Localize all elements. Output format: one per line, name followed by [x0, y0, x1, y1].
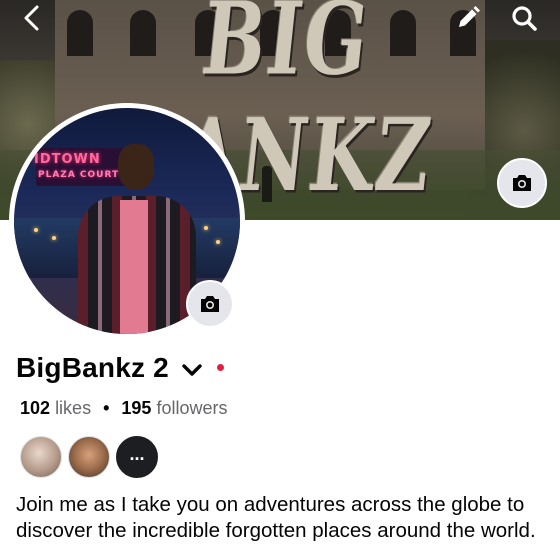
- search-icon: [512, 6, 537, 31]
- city-light: [52, 236, 56, 240]
- likes-count[interactable]: 102: [20, 398, 50, 419]
- stats-separator: •: [103, 398, 110, 418]
- neon-sign-line2: PLAZA COURT: [38, 170, 120, 180]
- back-button[interactable]: [12, 0, 52, 36]
- followers-count[interactable]: 195: [121, 398, 151, 419]
- friend-avatar[interactable]: [20, 436, 62, 478]
- neon-sign-line1: IDTOWN: [34, 152, 101, 167]
- chevron-down-icon[interactable]: [181, 363, 203, 377]
- mutual-friends-row: ...: [20, 436, 158, 478]
- person-head: [118, 144, 154, 190]
- city-light: [34, 228, 38, 232]
- person-shirt: [120, 200, 148, 334]
- cover-window: [67, 10, 93, 56]
- profile-bio: Join me as I take you on adventures acro…: [16, 493, 536, 542]
- edit-cover-photo-button[interactable]: [497, 158, 547, 208]
- search-button[interactable]: [504, 0, 544, 36]
- edit-button[interactable]: [448, 0, 488, 36]
- friend-avatar[interactable]: [68, 436, 110, 478]
- pencil-icon: [459, 6, 480, 27]
- profile-name: BigBankz 2: [16, 352, 169, 383]
- city-light: [204, 226, 208, 230]
- camera-icon: [201, 296, 219, 312]
- notification-dot: [216, 363, 224, 371]
- more-friends-button[interactable]: ...: [116, 436, 158, 478]
- chevron-left-icon: [24, 5, 39, 31]
- city-light: [216, 240, 220, 244]
- profile-stats: 102 likes • 195 followers: [20, 398, 227, 419]
- likes-label[interactable]: likes: [55, 398, 91, 419]
- edit-profile-picture-button[interactable]: [186, 280, 234, 328]
- more-dots-icon: ...: [129, 444, 145, 464]
- camera-icon: [513, 175, 531, 191]
- followers-label[interactable]: followers: [156, 398, 227, 419]
- profile-name-row[interactable]: BigBankz 2: [16, 352, 224, 384]
